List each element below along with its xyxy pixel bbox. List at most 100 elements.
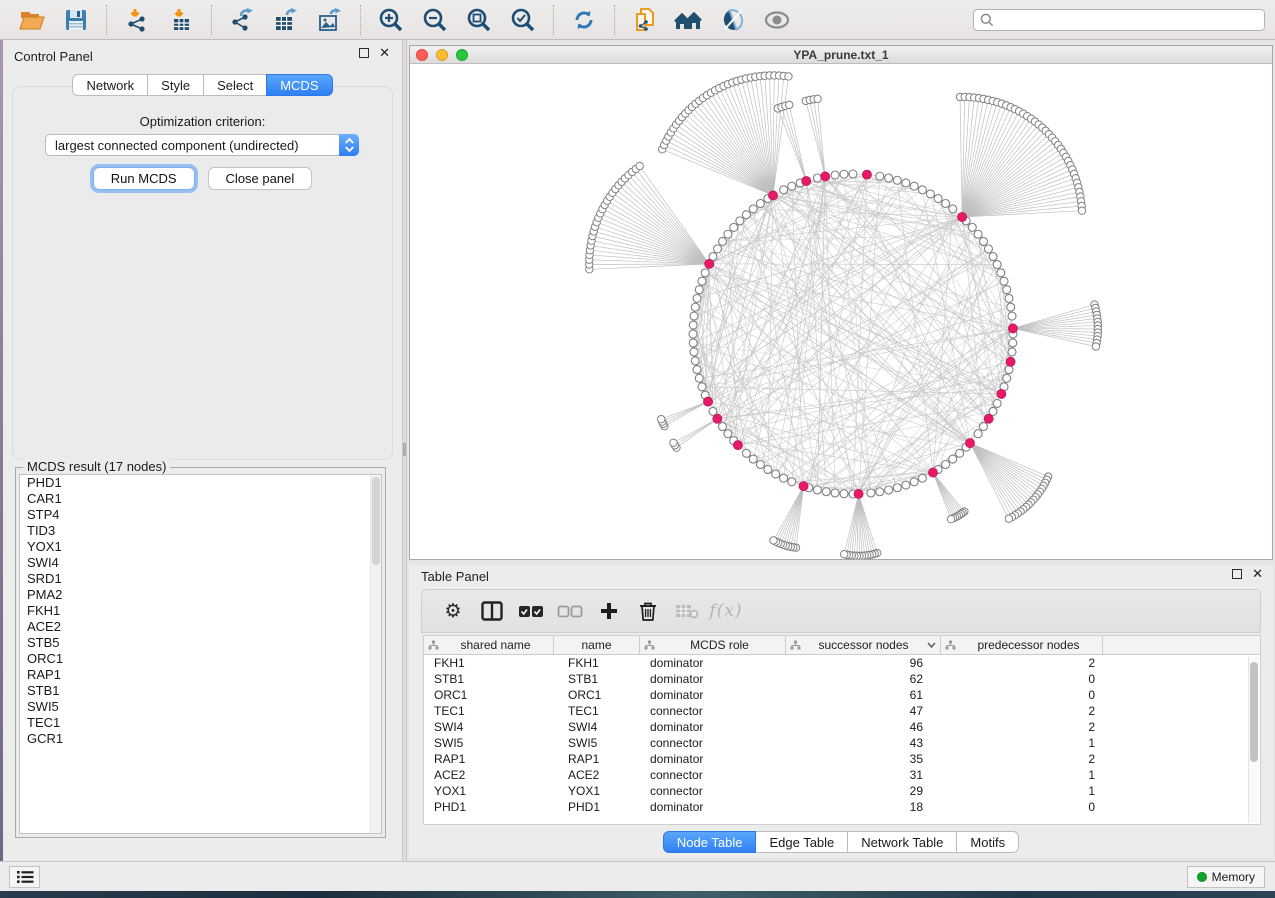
export-network-icon[interactable] [225, 3, 259, 37]
cell-successor_nodes: 35 [786, 751, 941, 767]
table-scrollbar[interactable] [1248, 656, 1259, 823]
open-file-icon[interactable] [15, 3, 49, 37]
column-header-shared-name[interactable]: shared name [424, 636, 554, 654]
mcds-result-item[interactable]: PHD1 [20, 475, 381, 491]
mcds-result-item[interactable]: TEC1 [20, 715, 381, 731]
tab-network-table[interactable]: Network Table [847, 831, 957, 853]
tab-mcds[interactable]: MCDS [266, 74, 332, 96]
show-columns-icon[interactable] [477, 596, 507, 626]
mcds-result-item[interactable]: SWI4 [20, 555, 381, 571]
table-row[interactable]: PHD1PHD1dominator180 [424, 799, 1260, 815]
zoom-in-icon[interactable] [374, 3, 408, 37]
table-panel-title: Table Panel [421, 569, 489, 584]
mcds-result-item[interactable]: STB5 [20, 635, 381, 651]
birds-eye-view-icon[interactable] [672, 3, 706, 37]
control-panel-tabs: NetworkStyleSelectMCDS [3, 74, 402, 96]
table-row[interactable]: SWI5SWI5connector431 [424, 735, 1260, 751]
list-icon [16, 870, 34, 884]
import-table-icon[interactable] [164, 3, 198, 37]
close-icon[interactable]: ✕ [379, 48, 390, 58]
tab-edge-table[interactable]: Edge Table [755, 831, 848, 853]
create-column-icon[interactable] [594, 596, 624, 626]
zoom-selected-icon[interactable] [506, 3, 540, 37]
sort-chevron-icon[interactable] [927, 642, 936, 648]
zoom-out-icon[interactable] [418, 3, 452, 37]
network-leaf-nodes[interactable] [585, 72, 1101, 559]
cell-mcds_role: connector [640, 767, 786, 783]
search-input[interactable] [999, 13, 1258, 27]
select-all-icon[interactable] [516, 596, 546, 626]
task-history-button[interactable] [9, 866, 40, 888]
deselect-all-icon[interactable] [555, 596, 585, 626]
export-table-icon[interactable] [269, 3, 303, 37]
mcds-result-item[interactable]: RAP1 [20, 667, 381, 683]
cell-shared_name: FKH1 [424, 655, 554, 671]
mcds-result-item[interactable]: ACE2 [20, 619, 381, 635]
cell-shared_name: SWI4 [424, 719, 554, 735]
mcds-result-item[interactable]: PMA2 [20, 587, 381, 603]
table-row[interactable]: SWI4SWI4dominator462 [424, 719, 1260, 735]
cell-predecessor_nodes: 0 [941, 671, 1103, 687]
eye-icon[interactable] [760, 3, 794, 37]
mcds-result-item[interactable]: SWI5 [20, 699, 381, 715]
table-row[interactable]: YOX1YOX1connector291 [424, 783, 1260, 799]
cell-successor_nodes: 31 [786, 767, 941, 783]
status-bar: Memory [0, 861, 1275, 891]
mcds-result-item[interactable]: STP4 [20, 507, 381, 523]
table-row[interactable]: RAP1RAP1dominator352 [424, 751, 1260, 767]
mcds-result-list[interactable]: PHD1CAR1STP4TID3YOX1SWI4SRD1PMA2FKH1ACE2… [19, 474, 382, 834]
function-builder-icon[interactable]: f(x) [711, 596, 741, 626]
mcds-result-item[interactable]: GCR1 [20, 731, 381, 747]
mcds-result-item[interactable]: STB1 [20, 683, 381, 699]
save-session-icon[interactable] [59, 3, 93, 37]
graphics-details-icon[interactable] [716, 3, 750, 37]
mcds-result-item[interactable]: ORC1 [20, 651, 381, 667]
cell-filler [1103, 751, 1260, 767]
table-settings-gear-icon[interactable]: ⚙ [438, 596, 468, 626]
tab-style[interactable]: Style [147, 74, 204, 96]
close-panel-button[interactable]: Close panel [208, 167, 313, 190]
table-row[interactable]: ACE2ACE2connector311 [424, 767, 1260, 783]
zoom-fit-icon[interactable] [462, 3, 496, 37]
table-row[interactable]: TEC1TEC1connector472 [424, 703, 1260, 719]
import-network-icon[interactable] [120, 3, 154, 37]
float-window-icon[interactable] [1232, 569, 1242, 579]
tab-select[interactable]: Select [203, 74, 267, 96]
mcds-result-item[interactable]: CAR1 [20, 491, 381, 507]
column-header-successor-nodes[interactable]: successor nodes [786, 636, 941, 654]
table-row[interactable]: STB1STB1dominator620 [424, 671, 1260, 687]
column-header-MCDS-role[interactable]: MCDS role [640, 636, 786, 654]
network-canvas[interactable] [410, 64, 1272, 559]
memory-button[interactable]: Memory [1187, 866, 1265, 888]
delete-column-icon[interactable] [633, 596, 663, 626]
export-image-icon[interactable] [313, 3, 347, 37]
search-box[interactable] [973, 9, 1265, 31]
network-from-selection-icon[interactable] [628, 3, 662, 37]
table-body: FKH1FKH1dominator962STB1STB1dominator620… [424, 655, 1260, 815]
delete-table-icon[interactable] [672, 596, 702, 626]
mcds-result-item[interactable]: SRD1 [20, 571, 381, 587]
splitter-grip[interactable] [403, 443, 406, 456]
column-header-predecessor-nodes[interactable]: predecessor nodes [941, 636, 1103, 654]
mcds-result-groupbox: MCDS result (17 nodes) PHD1CAR1STP4TID3Y… [15, 467, 386, 838]
mcds-result-item[interactable]: YOX1 [20, 539, 381, 555]
close-icon[interactable]: ✕ [1252, 569, 1263, 579]
tab-node-table[interactable]: Node Table [663, 831, 757, 853]
column-header-name[interactable]: name [554, 636, 640, 654]
optimization-criterion-select[interactable]: largest connected component (undirected) [45, 134, 359, 156]
cell-shared_name: ACE2 [424, 767, 554, 783]
tab-motifs[interactable]: Motifs [956, 831, 1019, 853]
table-row[interactable]: FKH1FKH1dominator962 [424, 655, 1260, 671]
mcds-result-item[interactable]: FKH1 [20, 603, 381, 619]
table-row[interactable]: ORC1ORC1dominator610 [424, 687, 1260, 703]
list-scrollbar[interactable] [370, 475, 381, 833]
scrollbar-thumb[interactable] [1250, 662, 1258, 762]
tab-network[interactable]: Network [72, 74, 148, 96]
refresh-layout-icon[interactable] [567, 3, 601, 37]
float-window-icon[interactable] [359, 48, 369, 58]
cell-predecessor_nodes: 2 [941, 751, 1103, 767]
network-window-titlebar[interactable]: YPA_prune.txt_1 [410, 46, 1272, 64]
mcds-result-item[interactable]: TID3 [20, 523, 381, 539]
run-mcds-button[interactable]: Run MCDS [93, 167, 195, 190]
cell-filler [1103, 687, 1260, 703]
